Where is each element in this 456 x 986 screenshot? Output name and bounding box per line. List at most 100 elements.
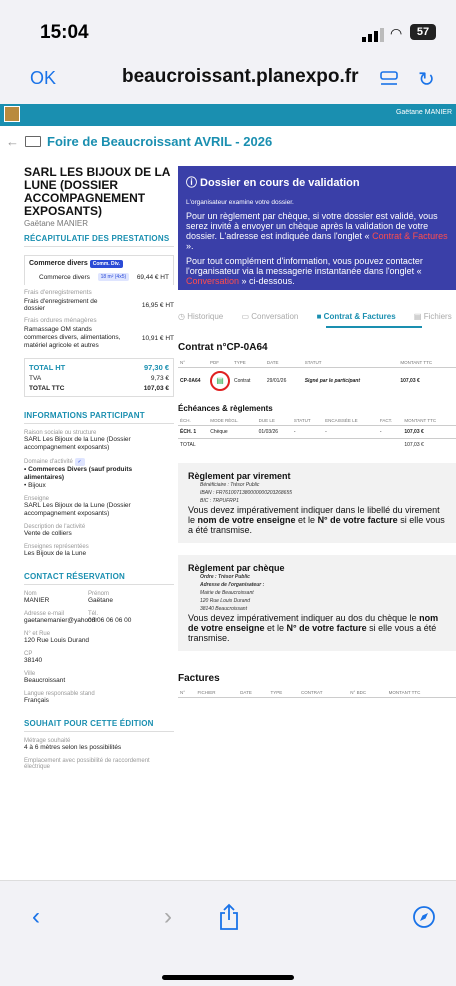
virement-instructions: Vous devez impérativement indiquer dans … [188, 505, 445, 535]
wifi-icon: ◠ [390, 25, 403, 41]
metrage-value: 4 à 6 mètres selon les possibilités [24, 744, 122, 751]
virement-card: Règlement par virement Bénéficiaire : Tr… [178, 463, 456, 543]
total-ht-label: TOTAL HT [29, 363, 66, 372]
commerce-title: Commerce divers Comm. Div. [29, 260, 169, 268]
enseignes-rep-value: Les Bijoux de la Lune [24, 550, 87, 557]
domaine-2: • Bijoux [24, 482, 46, 489]
browser-bottom-toolbar: ‹ › [0, 880, 456, 986]
contrat-section: Contrat n°CP-0A64 N° PDF TYPE DATE STATU… [178, 342, 456, 698]
ordures-price: 10,91 € HT [141, 334, 174, 342]
contrat-title: Contrat n°CP-0A64 [178, 342, 268, 353]
banner-subtitle: L'organisateur examine votre dossier. [186, 199, 294, 206]
breadcrumb-title: Foire de Beaucroissant AVRIL - 2026 [47, 134, 273, 149]
site-logo[interactable] [4, 106, 20, 122]
validation-banner: ⓘ Dossier en cours de validation L'organ… [178, 166, 456, 290]
commerce-line: Commerce divers [39, 273, 90, 281]
total-ttc-value: 107,03 € [143, 385, 169, 392]
adresse-organisateur: Adresse de l'organisateur : [200, 582, 265, 588]
compass-icon[interactable] [412, 905, 436, 929]
pdf-icon[interactable]: ▤ [210, 371, 230, 391]
tab-historique[interactable]: ◷ Historique [178, 312, 231, 321]
reload-icon[interactable]: ↻ [418, 67, 435, 92]
status-bar: 15:04 ◠ 57 [0, 0, 456, 62]
done-button[interactable]: OK [30, 68, 56, 89]
tel-value[interactable]: 06 06 06 06 00 [88, 617, 131, 625]
cheque-title: Règlement par chèque [188, 563, 285, 573]
langue-value: Français [24, 697, 49, 704]
factures-title: Factures [178, 673, 220, 684]
virement-title: Règlement par virement [188, 471, 291, 481]
banner-paragraph-cheque: Pour un règlement par chèque, si votre d… [186, 211, 448, 251]
frais-title: Frais d'enregistrements [24, 289, 92, 296]
cp-value: 38140 [24, 657, 43, 664]
address-bar[interactable]: beaucroissant.planexpo.fr [122, 66, 359, 88]
table-row: ÉCH. 1 Chèque 01/03/26- - -107,03 € [180, 429, 424, 435]
banner-paragraph-contact: Pour tout complément d'information, vous… [186, 256, 423, 286]
banner-title: ⓘ Dossier en cours de validation [186, 177, 360, 189]
frais-line: Frais d'enregistrement de dossier [24, 298, 98, 312]
email-value[interactable]: gaetanemanier@yahoo.fr [24, 617, 97, 625]
ville-value: Beaucroissant [24, 677, 66, 684]
header-username[interactable]: Gaëtane MANIER [396, 109, 452, 116]
table-row: CP-0A64 ▤ Contrat 29/01/26 Signé par le … [178, 368, 456, 395]
signal-icon [362, 28, 384, 42]
forward-icon[interactable]: › [164, 903, 172, 931]
recap-title: RÉCAPITULATIF DES PRESTATIONS [24, 234, 174, 247]
total-ht-value: 97,30 € [143, 363, 169, 372]
contrat-link[interactable]: Contrat & Factures [372, 231, 448, 241]
contact-name: Gaëtane MANIER [24, 219, 89, 228]
info-title: INFORMATIONS PARTICIPANT [24, 411, 174, 424]
tab-fichiers[interactable]: ▤ Fichiers [414, 312, 456, 321]
prenom-value: Gaëtane [88, 597, 113, 604]
adresse-ligne-3: 38140 Beaucroissant [200, 606, 247, 612]
tab-contrat-factures[interactable]: ■ Contrat & Factures [317, 312, 404, 321]
active-tab-underline [326, 326, 422, 328]
surface-tag: 18 m² (4x5) [97, 273, 130, 281]
echeances-title: Échéances & règlements [178, 404, 273, 413]
enseigne-value: SARL Les Bijoux de la Lune (Dossier acco… [24, 502, 131, 517]
right-column: ⓘ Dossier en cours de validation L'organ… [178, 166, 456, 698]
iban: IBAN : FR7610071380000000203268655 [200, 490, 293, 496]
breadcrumb[interactable]: ← Foire de Beaucroissant AVRIL - 2026 [6, 134, 272, 149]
commerce-price: 69,44 € HT [136, 273, 169, 281]
commerce-tag: Comm. Div. [89, 260, 123, 268]
raison-value: SARL Les Bijoux de la Lune (Dossier acco… [24, 436, 131, 451]
adresse-ligne-2: 120 Rue Louis Durand [200, 598, 251, 604]
battery-icon: 57 [410, 24, 436, 40]
factures-table: N° FICHIER DATE TYPE CONTRAT N° BDC MONTANT TT… [178, 688, 456, 698]
souhait-title: SOUHAIT POUR CETTE ÉDITION [24, 719, 174, 732]
menu-icon[interactable] [380, 70, 398, 88]
back-icon[interactable]: ‹ [32, 903, 40, 931]
nom-value: MANIER [24, 597, 50, 604]
rue-value: 120 Rue Louis Durand [24, 637, 90, 644]
frais-price: 16,95 € HT [141, 301, 174, 309]
back-arrow-icon[interactable]: ← [6, 134, 19, 149]
ordures-title: Frais ordures ménagères [24, 317, 97, 324]
clock: 15:04 [40, 22, 89, 43]
tab-conversation[interactable]: ▭ Conversation [241, 312, 306, 321]
beneficiaire: Bénéficiaire : Trésor Public [200, 482, 260, 488]
ordre: Ordre : Trésor Public [200, 574, 250, 580]
contrat-table: N° PDF TYPE DATE STATUT MONTANT TTC CP-0… [178, 358, 456, 394]
browser-toolbar: OK beaucroissant.planexpo.fr ↻ [0, 62, 456, 104]
domaine-label: Domaine d'activité ✓ [24, 458, 174, 466]
contact-title: CONTACT RÉSERVATION [24, 572, 174, 585]
cheque-card: Règlement par chèque Ordre : Trésor Publ… [178, 555, 456, 651]
ordures-line: Ramassage OM stands commerces divers, al… [24, 326, 121, 349]
commerce-box: Commerce divers Comm. Div. Commerce dive… [24, 255, 174, 285]
adresse-ligne-1: Mairie de Beaucroissant [200, 590, 254, 596]
folder-icon [25, 136, 41, 147]
conversation-link[interactable]: Conversation [186, 276, 239, 286]
echeances-table: ÉCH. MODE RÈGL. DUE LE STATUT ENCAISSÉE LE FA… [178, 416, 456, 451]
home-indicator [162, 975, 294, 980]
domaine-1: • Commerces Divers (sauf produits alimen… [24, 466, 133, 481]
tva-label: TVA [29, 375, 42, 382]
desc-value: Vente de colliers [24, 530, 72, 537]
web-page: Gaëtane MANIER ← Foire de Beaucroissant A… [0, 104, 456, 880]
table-total-row: TOTAL 107,03 € [178, 438, 456, 452]
cheque-instructions: Vous devez impérativement indiquer au do… [188, 613, 439, 643]
emplacement-label: Emplacement avec possibilité de raccorde… [24, 758, 150, 770]
left-column: SARL LES BIJOUX DE LA LUNE (DOSSIER ACCO… [24, 166, 174, 770]
share-icon[interactable] [218, 903, 240, 931]
totals-box: TOTAL HT 97,30 € TVA 9,73 € TOTAL TTC 107,0… [24, 358, 174, 397]
